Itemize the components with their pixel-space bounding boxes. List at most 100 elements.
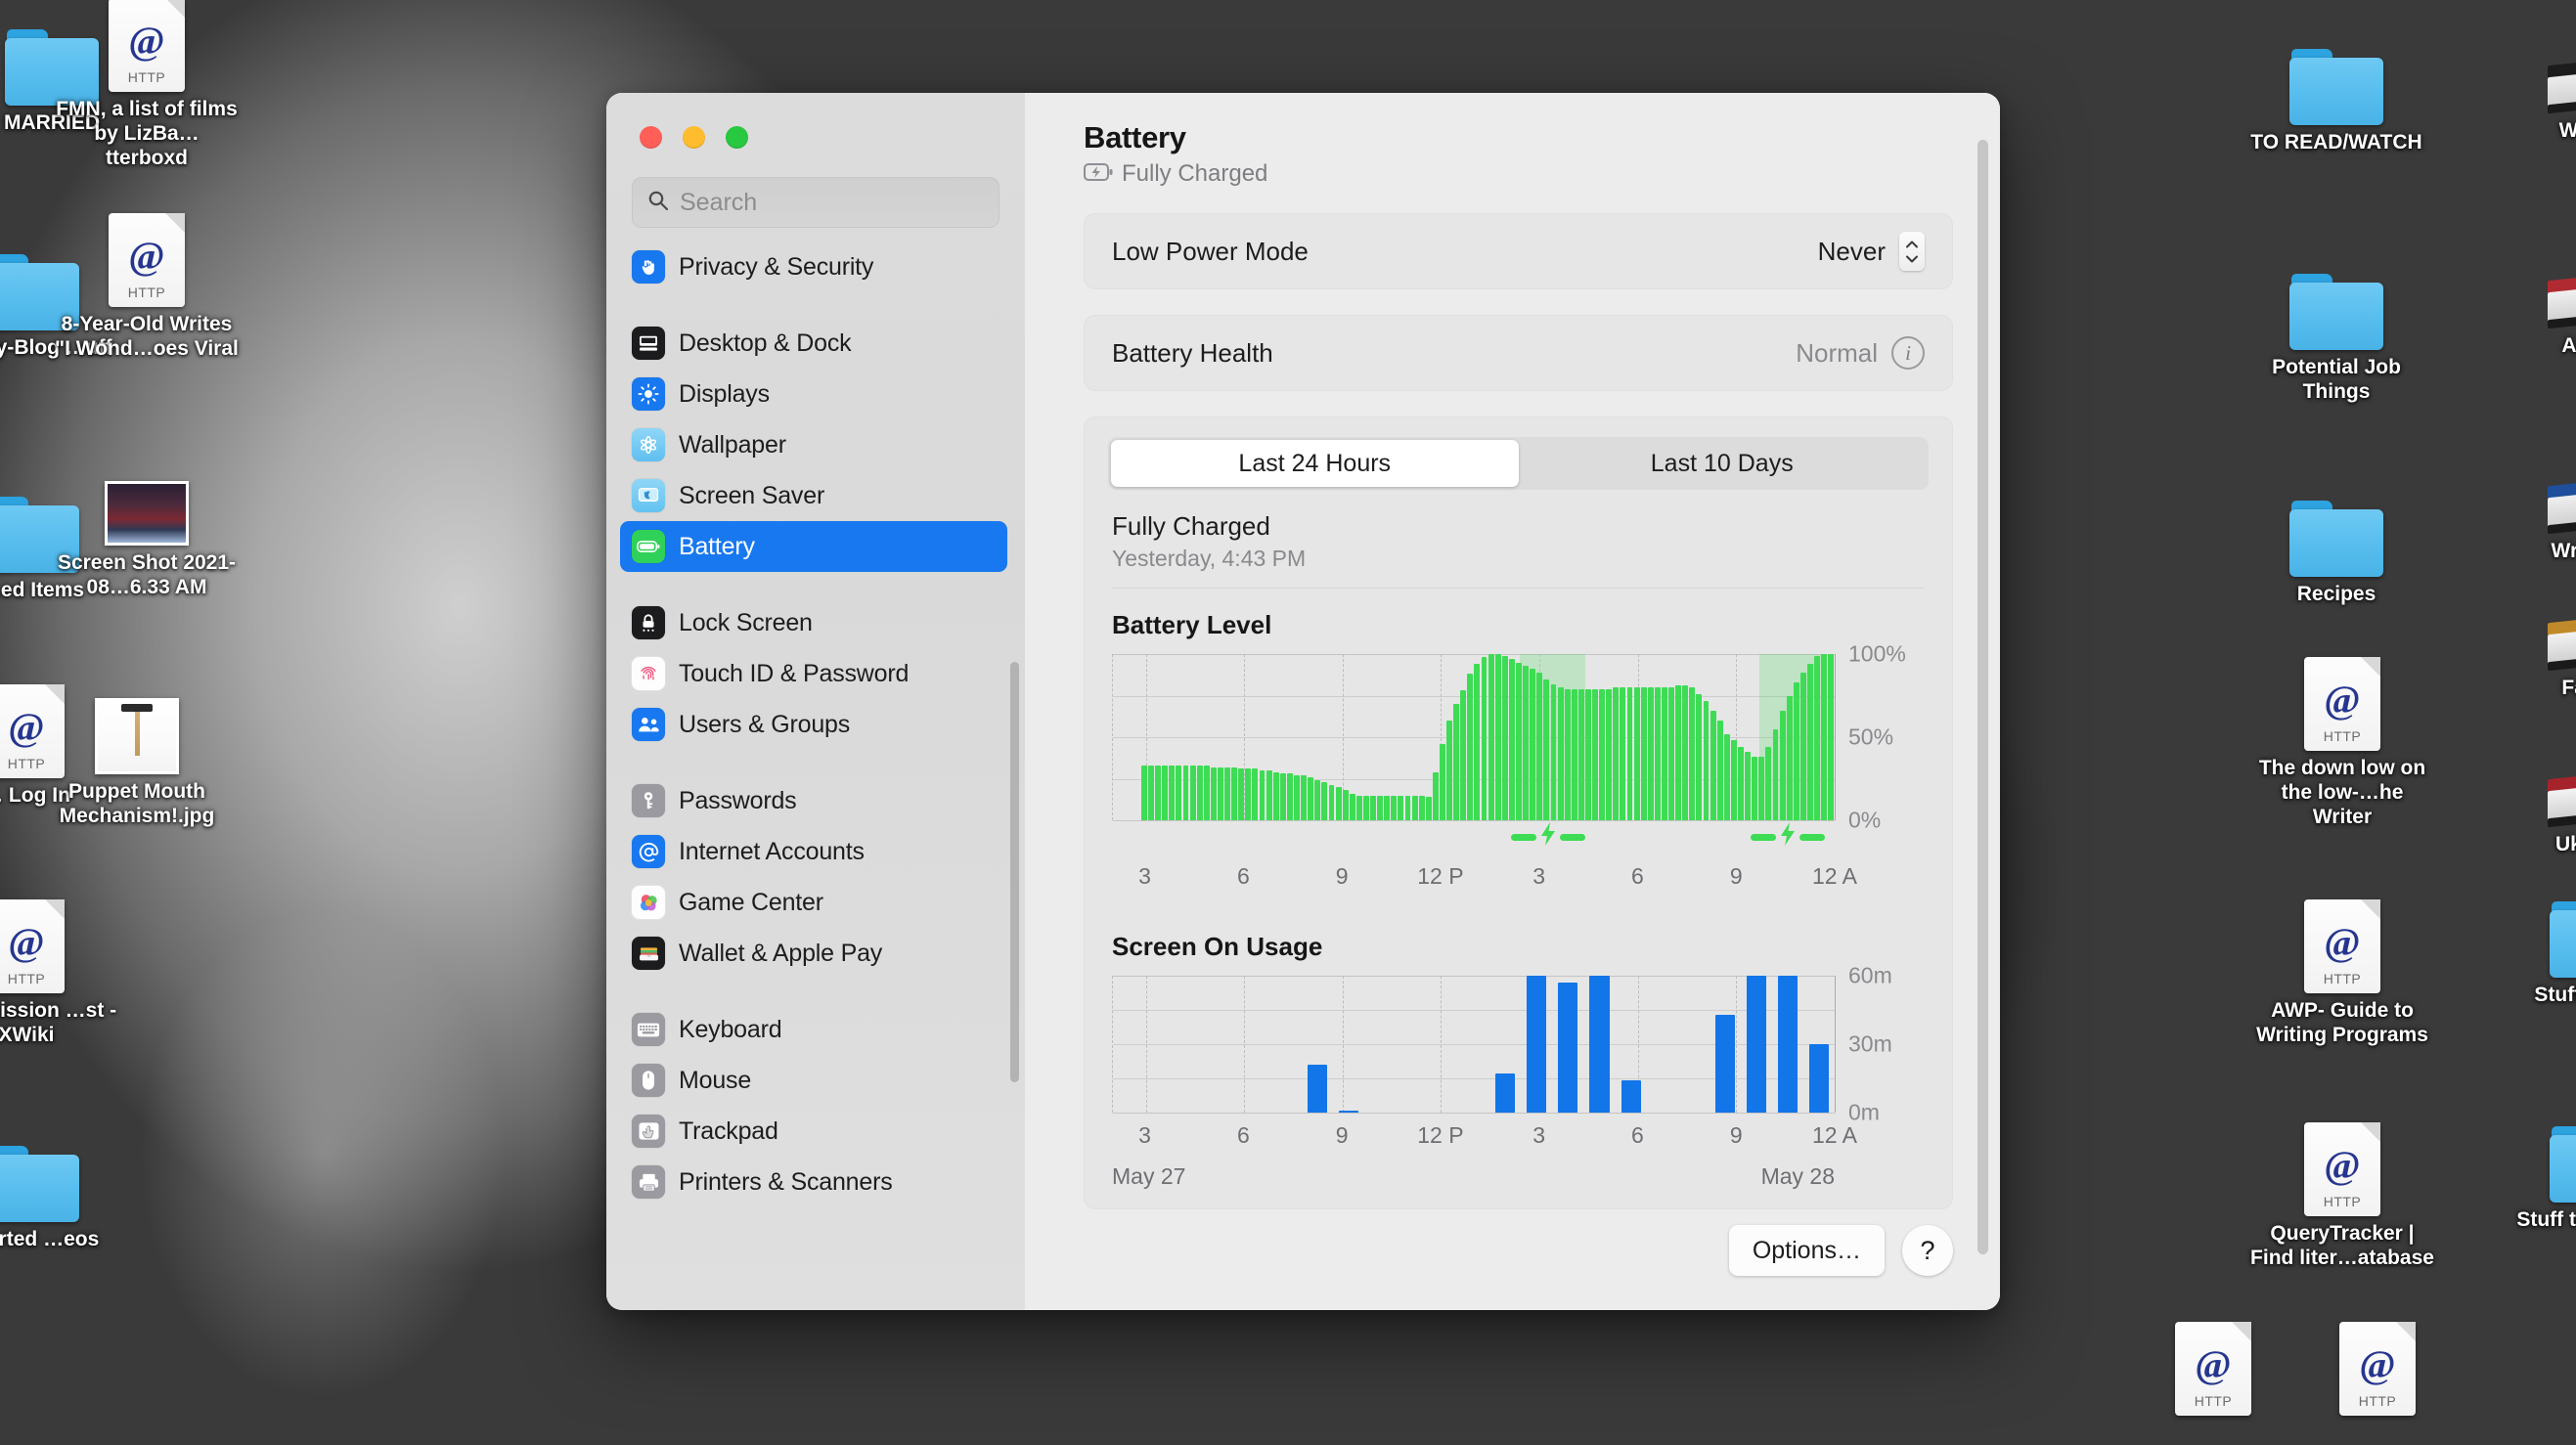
chart-bar (1621, 1080, 1641, 1113)
options-button[interactable]: Options… (1728, 1225, 1885, 1276)
chart-bar (1259, 770, 1266, 820)
help-button[interactable]: ? (1902, 1225, 1953, 1276)
desktop-icon-to-read-watch[interactable]: TO READ/WATCH (2243, 37, 2429, 155)
desktop-icon-querytracker-find-liter-atabase[interactable]: @ HTTP QueryTracker | Find liter…atabase (2249, 1122, 2435, 1271)
stacked-documents-icon (2548, 768, 2576, 828)
folder-icon (2550, 1126, 2576, 1203)
search-box[interactable] (632, 177, 999, 228)
search-input[interactable] (680, 188, 985, 217)
main-scrollbar[interactable] (1977, 140, 1988, 1254)
desktop-icon-webloc[interactable]: @ HTTP (2120, 1322, 2306, 1422)
sidebar-scrollbar[interactable] (1010, 662, 1019, 1082)
sidebar-item-screen-saver[interactable]: Screen Saver (620, 470, 1007, 521)
sidebar-group-2: Lock Screen Touch ID & Password Users & Gr… (620, 597, 1007, 775)
close-button[interactable] (640, 126, 662, 149)
x-tick-label: 6 (1631, 1122, 1644, 1148)
low-power-mode-label: Low Power Mode (1112, 236, 1309, 266)
sidebar-item-printers-scanners[interactable]: Printers & Scanners (620, 1157, 1007, 1207)
sidebar-item-lock-screen[interactable]: Lock Screen (620, 597, 1007, 648)
folder-icon (0, 1146, 79, 1222)
sidebar-item-internet-accounts[interactable]: Internet Accounts (620, 826, 1007, 877)
sidebar-item-keyboard[interactable]: Keyboard (620, 1004, 1007, 1055)
desktop-icon-screen-shot-2021-08-6-33-am[interactable]: Screen Shot 2021-08…6.33 AM (54, 467, 240, 600)
chart-bar (1398, 795, 1404, 820)
sidebar-item-displays[interactable]: Displays (620, 369, 1007, 419)
desktop-icon-puppet-mouth-mechanism-jpg[interactable]: Puppet Mouth Mechanism!.jpg (44, 684, 230, 829)
chart-bar (1745, 752, 1752, 820)
battery-health-row[interactable]: Battery Health Normal i (1085, 316, 1952, 390)
desktop-icon-orted-eos[interactable]: …orted …eos (0, 1134, 125, 1252)
desktop-icon-webloc[interactable]: @ HTTP (2285, 1322, 2470, 1422)
desktop-icon-fanfi[interactable]: Fanfi… (2504, 596, 2576, 701)
key-icon (632, 784, 665, 817)
chart-bar (1266, 770, 1272, 820)
touch-id-icon (632, 657, 665, 690)
desktop-icon-webc[interactable]: Webc… (2504, 39, 2576, 144)
desktop-icon-art-s[interactable]: Art S… (2504, 254, 2576, 359)
chevron-up-down-icon[interactable] (1899, 232, 1925, 271)
tab-last-10-days[interactable]: Last 10 Days (1519, 440, 1927, 487)
sidebar-item-passwords[interactable]: Passwords (620, 775, 1007, 826)
desktop-icon-writing[interactable]: Writing… (2504, 460, 2576, 564)
chart-bar (1508, 659, 1515, 820)
screen-on-usage-bars (1113, 976, 1835, 1113)
desktop-icon-label: Potential Job Things (2272, 356, 2401, 403)
sidebar-item-label: Displays (679, 379, 770, 408)
info-icon[interactable]: i (1891, 336, 1925, 370)
desktop-icon-ubmission-st-xwiki[interactable]: @HTTP …ubmission …st - XWiki (0, 899, 119, 1048)
chart-bar (1640, 687, 1647, 820)
sidebar-item-battery[interactable]: Battery (620, 521, 1007, 572)
sidebar-item-desktop-dock[interactable]: Desktop & Dock (620, 318, 1007, 369)
minimize-button[interactable] (683, 126, 705, 149)
desktop-icon-stuff-to-buy-m[interactable]: Stuff to Buy M… (2504, 1115, 2576, 1233)
sidebar-item-users-groups[interactable]: Users & Groups (620, 699, 1007, 750)
battery-level-x-axis: 3 6 9 12 P 3 6 9 12 A (1112, 859, 1857, 904)
low-power-mode-control[interactable]: Never (1818, 232, 1925, 271)
chart-bar (1453, 704, 1460, 820)
chart-bar (1516, 662, 1522, 820)
chart-bar (1799, 672, 1806, 820)
x-tick-label: 3 (1138, 863, 1151, 889)
x-tick-label: 6 (1236, 1122, 1250, 1148)
sidebar-item-mouse[interactable]: Mouse (620, 1055, 1007, 1106)
sidebar-scroll-area[interactable]: Privacy & Security Desktop & Dock Displays… (606, 241, 1025, 1310)
desktop-icon-ukulel[interactable]: Ukulel… (2504, 753, 2576, 857)
desktop-icon-potential-job-things[interactable]: Potential Job Things (2243, 262, 2429, 405)
low-power-mode-row[interactable]: Low Power Mode Never (1085, 214, 1952, 288)
x-tick-label: 12 A (1811, 863, 1858, 889)
charging-bolt-icon (1511, 820, 1586, 854)
battery-health-value: Normal (1796, 337, 1878, 368)
chart-bar (1189, 765, 1196, 820)
chart-bar (1307, 1065, 1327, 1113)
screen-on-usage-x-axis-area: 3 6 9 12 P 3 6 9 12 A (1112, 1113, 1925, 1163)
sidebar-item-wallpaper[interactable]: Wallpaper (620, 419, 1007, 470)
chart-bar (1272, 771, 1279, 820)
desktop-icon-8-year-old-writes-i-wond-oes-viral[interactable]: @ HTTP 8-Year-Old Writes "I Wond…oes Viral (54, 213, 240, 362)
chart-bar (1335, 787, 1342, 820)
chart-bar (1662, 687, 1667, 820)
stacked-documents-icon (2548, 612, 2576, 672)
screen-on-usage-x-axis: 3 6 9 12 P 3 6 9 12 A (1112, 1118, 1857, 1163)
chart-bar (1238, 768, 1245, 820)
desktop-icon-fmn-a-list-of-films-by-lizba-tterb[interactable]: @ HTTP FMN, a list of films by LizBa…tterb… (54, 0, 240, 170)
sidebar-item-game-center[interactable]: Game Center (620, 877, 1007, 928)
chart-bar (1169, 765, 1176, 820)
sidebar-item-trackpad[interactable]: Trackpad (620, 1106, 1007, 1157)
desktop-icon-stuff-to-su[interactable]: Stuff to Su… (2504, 890, 2576, 1008)
desktop-icon-label: Stuff to Su… (2534, 984, 2576, 1006)
tab-last-24-hours[interactable]: Last 24 Hours (1111, 440, 1519, 487)
desktop-icon-recipes[interactable]: Recipes (2243, 489, 2429, 607)
desktop-icon-the-down-low-on-the-low-he-writer[interactable]: @ HTTP The down low on the low-…he Writer (2249, 657, 2435, 829)
sidebar-item-touch-id-password[interactable]: Touch ID & Password (620, 648, 1007, 699)
usage-range-segmented-control[interactable]: Last 24 Hours Last 10 Days (1108, 437, 1929, 490)
folder-icon (2289, 501, 2383, 577)
desktop-icon-awp-guide-to-writing-programs[interactable]: @ HTTP AWP- Guide to Writing Programs (2249, 899, 2435, 1048)
sidebar-item-privacy-security[interactable]: Privacy & Security (620, 241, 1007, 292)
chart-bar (1494, 654, 1501, 820)
desktop-icon-label: …ubmission …st - XWiki (0, 999, 117, 1046)
sidebar-item-wallet-apple-pay[interactable]: Wallet & Apple Pay (620, 928, 1007, 979)
sidebar-item-label: Users & Groups (679, 710, 851, 738)
main-scroll-area[interactable]: Battery Fully Charged Low Power Mode Nev… (1025, 93, 2000, 1216)
chart-bar (1182, 765, 1189, 820)
zoom-button[interactable] (726, 126, 748, 149)
